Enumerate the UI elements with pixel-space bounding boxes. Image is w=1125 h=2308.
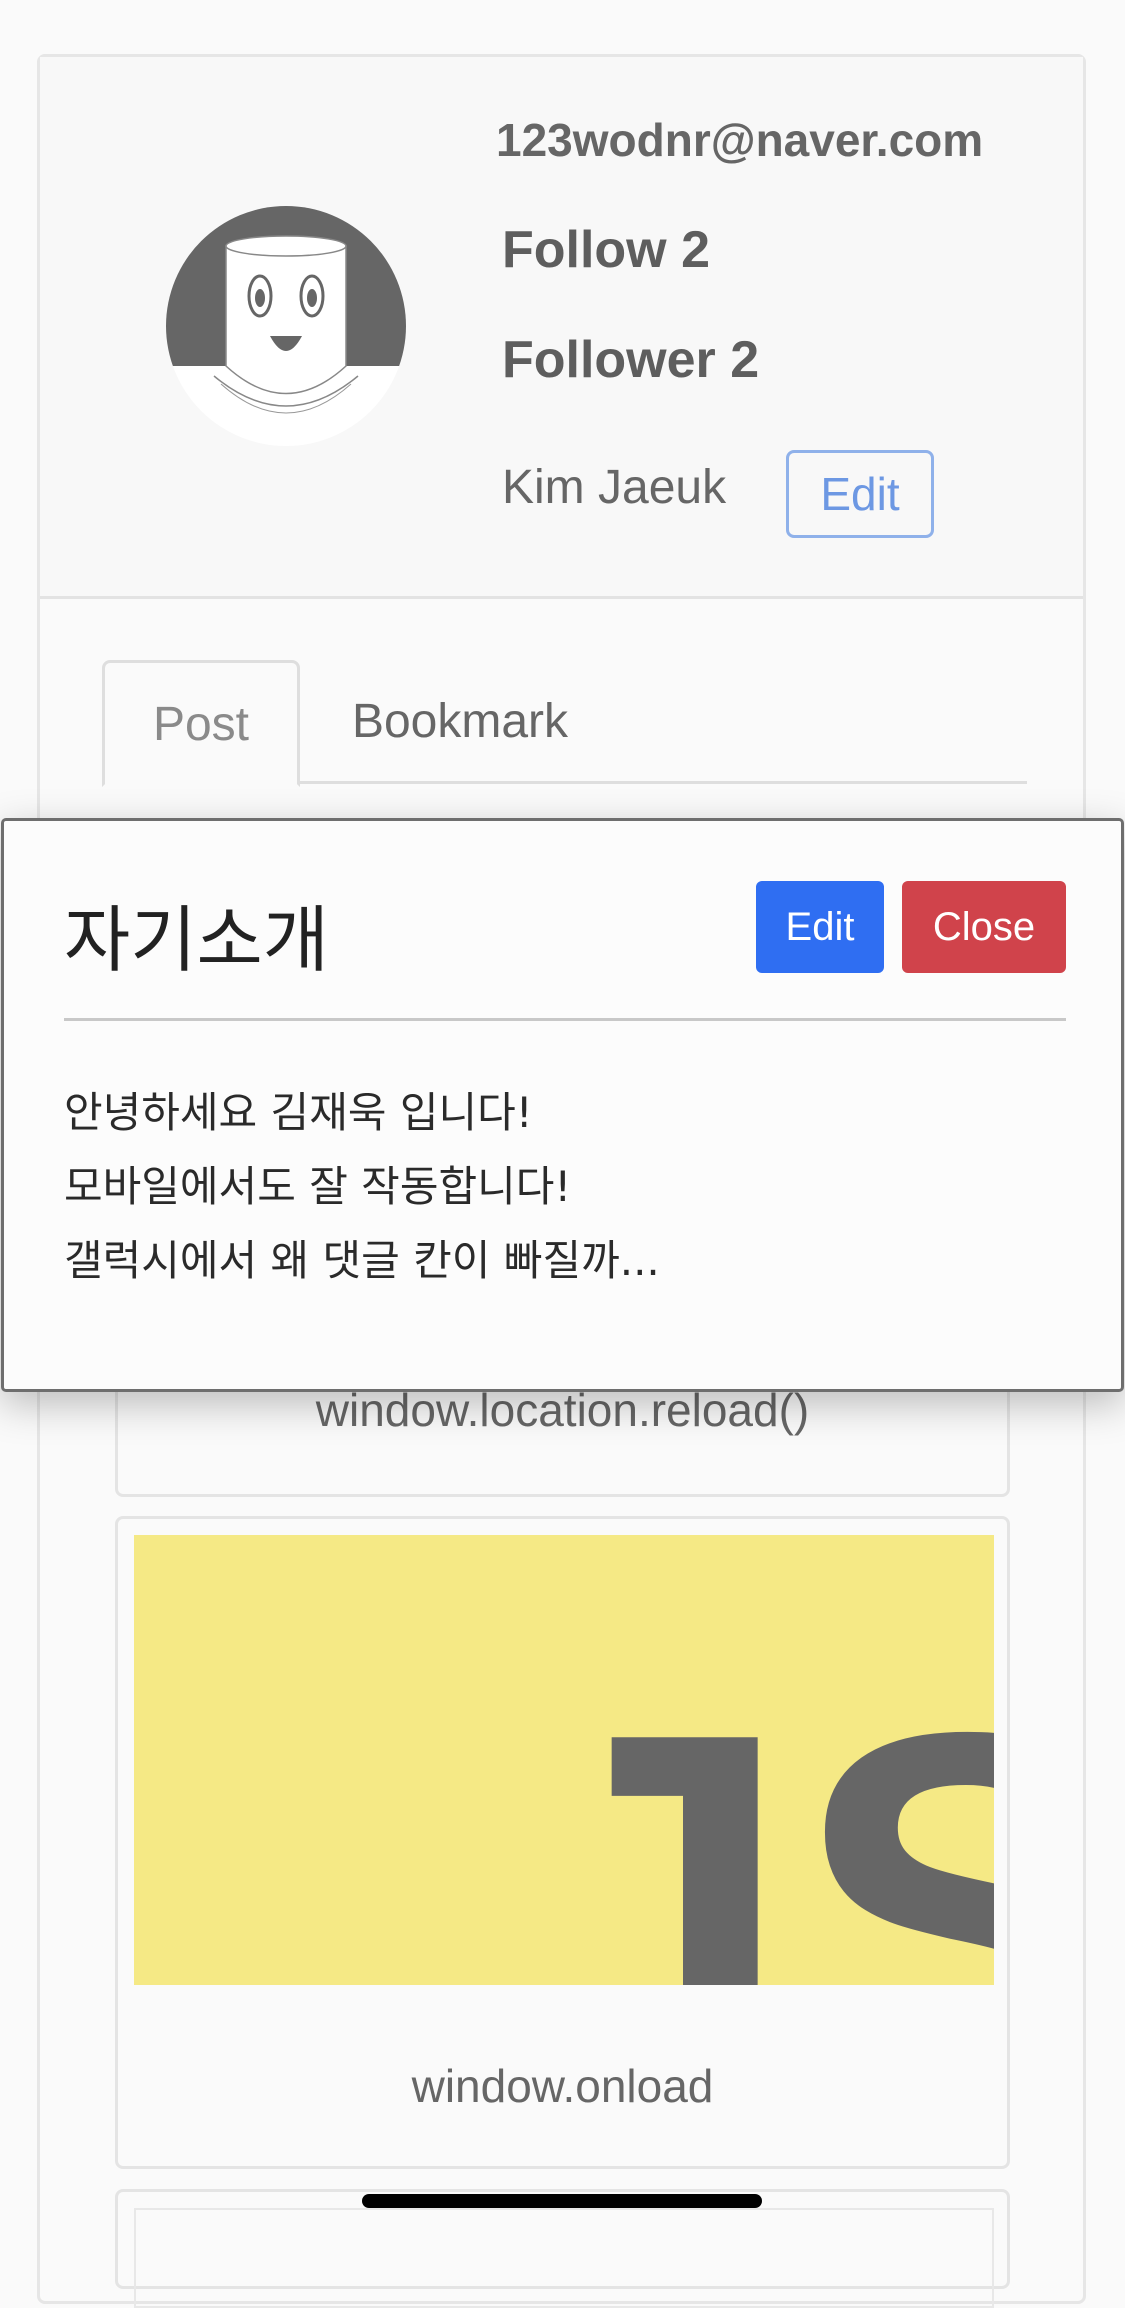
intro-line: 갤럭시에서 왜 댓글 칸이 빠질까...	[64, 1236, 660, 1285]
profile-tabs: Post Bookmark	[102, 660, 1027, 787]
profile-header: 123wodnr@naver.com Follow 2 Follower 2 K…	[40, 57, 1083, 599]
js-logo-image: JS	[134, 1535, 994, 1985]
modal-body: 안녕하세요 김재욱 입니다! 모바일에서도 잘 작동합니다! 갤럭시에서 왜 댓…	[64, 1076, 660, 1298]
intro-modal: 자기소개 Edit Close 안녕하세요 김재욱 입니다! 모바일에서도 잘 …	[1, 818, 1124, 1392]
follower-count[interactable]: Follower 2	[502, 330, 759, 390]
post-thumbnail	[134, 2208, 994, 2308]
follow-count[interactable]: Follow 2	[502, 220, 710, 280]
tab-post[interactable]: Post	[102, 660, 300, 787]
post-card[interactable]: JS window.onload	[115, 1516, 1010, 2169]
modal-title: 자기소개	[64, 898, 329, 982]
modal-edit-button[interactable]: Edit	[756, 881, 884, 973]
avatar	[166, 206, 406, 446]
post-caption: window.onload	[411, 2060, 714, 2112]
modal-divider	[64, 1018, 1066, 1021]
profile-name: Kim Jaeuk	[502, 461, 727, 514]
js-logo-text: JS	[504, 1625, 994, 1985]
intro-line: 안녕하세요 김재욱 입니다!	[64, 1088, 533, 1137]
tab-bookmark[interactable]: Bookmark	[300, 660, 620, 784]
profile-email: 123wodnr@naver.com	[496, 114, 984, 166]
home-indicator	[362, 2194, 762, 2208]
intro-line: 모바일에서도 잘 작동합니다!	[64, 1162, 572, 1211]
edit-profile-button[interactable]: Edit	[786, 450, 934, 538]
modal-close-button[interactable]: Close	[902, 881, 1066, 973]
post-thumbnail: JS	[134, 1535, 994, 1985]
